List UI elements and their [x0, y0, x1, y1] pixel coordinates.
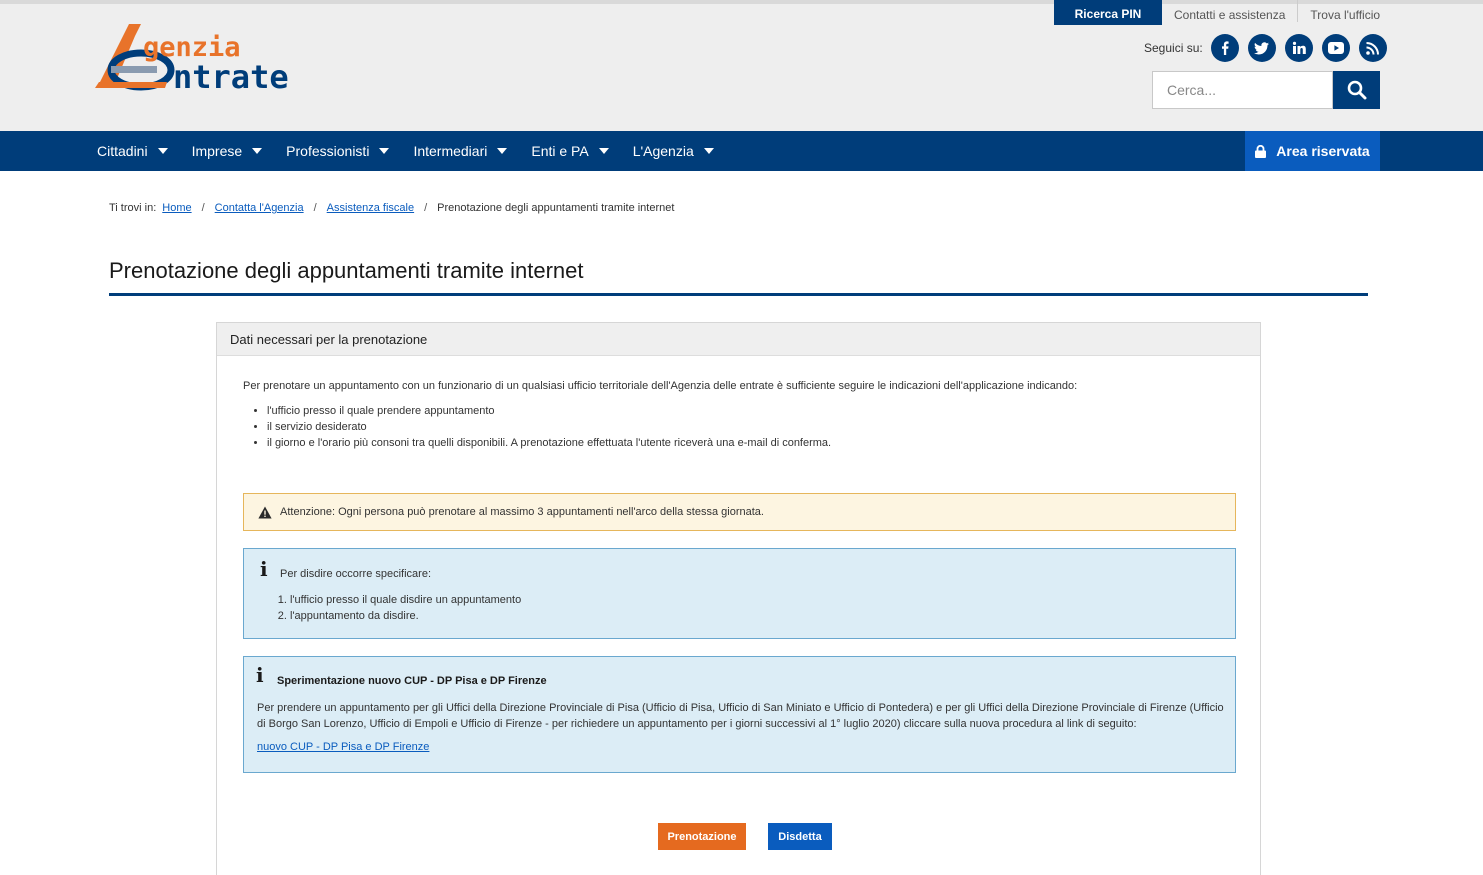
breadcrumb-link-assistenza[interactable]: Assistenza fiscale	[327, 202, 414, 214]
search-button[interactable]	[1333, 71, 1380, 109]
caret-down-icon	[598, 148, 609, 154]
nav-item-label: Intermediari	[413, 143, 488, 159]
search-icon	[1347, 80, 1366, 100]
info-icon: i	[256, 663, 264, 687]
agenzia-entrate-logo[interactable]: genzia ntrate	[95, 20, 315, 96]
list-item: il giorno e l'orario più consoni tra que…	[267, 437, 831, 450]
caret-down-icon	[379, 148, 390, 154]
caret-down-icon	[252, 148, 263, 154]
info-icon: i	[260, 557, 268, 581]
main-nav: Cittadini Imprese Professionisti Interme…	[0, 131, 1483, 171]
nav-item-label: Imprese	[191, 143, 243, 159]
info-alert-disdetta: i Per disdire occorre specificare: l'uff…	[243, 548, 1236, 639]
nav-item-enti-pa[interactable]: Enti e PA	[531, 143, 609, 159]
page-title: Prenotazione degli appuntamenti tramite …	[109, 258, 584, 283]
rss-icon[interactable]	[1358, 34, 1387, 62]
list-item: l'ufficio presso il quale prendere appun…	[267, 405, 831, 418]
linkedin-icon[interactable]	[1284, 34, 1313, 62]
nav-item-label: Cittadini	[97, 143, 148, 159]
warning-alert: Attenzione: Ogni persona può prenotare a…	[243, 493, 1236, 531]
youtube-icon[interactable]	[1321, 34, 1350, 62]
search-box	[1152, 71, 1380, 109]
nuovo-cup-link[interactable]: nuovo CUP - DP Pisa e DP Firenze	[257, 741, 429, 753]
info-title: Sperimentazione nuovo CUP - DP Pisa e DP…	[277, 675, 547, 687]
contatti-assistenza-link[interactable]: Contatti e assistenza	[1162, 0, 1299, 22]
lock-icon	[1255, 144, 1267, 158]
disdetta-list: l'ufficio presso il quale disdire un app…	[278, 592, 521, 624]
warning-icon	[258, 506, 272, 519]
list-item: l'ufficio presso il quale disdire un app…	[290, 592, 521, 608]
site-header: Ricerca PIN Contatti e assistenza Trova …	[0, 0, 1483, 131]
social-links: Seguici su:	[1144, 34, 1387, 62]
nav-item-imprese[interactable]: Imprese	[192, 143, 263, 159]
info-body: Per prendere un appuntamento per gli Uff…	[257, 702, 1224, 730]
prenotazione-button[interactable]: Prenotazione	[658, 823, 746, 850]
info-alert-cup: i Sperimentazione nuovo CUP - DP Pisa e …	[243, 656, 1236, 773]
area-riservata-button[interactable]: Area riservata	[1245, 131, 1380, 171]
booking-panel: Dati necessari per la prenotazione Per p…	[216, 322, 1261, 875]
social-label: Seguici su:	[1144, 41, 1203, 55]
ricerca-pin-button[interactable]: Ricerca PIN	[1054, 0, 1162, 25]
area-riservata-label: Area riservata	[1276, 143, 1370, 159]
breadcrumb-link-home[interactable]: Home	[162, 202, 191, 214]
nav-item-cittadini[interactable]: Cittadini	[97, 143, 168, 159]
nav-item-professionisti[interactable]: Professionisti	[286, 143, 390, 159]
intro-text: Per prenotare un appuntamento con un fun…	[243, 380, 1078, 392]
breadcrumb-separator: /	[201, 202, 205, 214]
nav-item-label: Enti e PA	[531, 143, 589, 159]
breadcrumb-separator: /	[424, 202, 428, 214]
nav-item-label: L'Agenzia	[632, 143, 694, 159]
breadcrumb-separator: /	[313, 202, 317, 214]
top-links: Ricerca PIN Contatti e assistenza Trova …	[1054, 0, 1392, 26]
requirements-list: l'ufficio presso il quale prendere appun…	[253, 405, 831, 453]
nav-item-label: Professionisti	[286, 143, 370, 159]
breadcrumb-current: Prenotazione degli appuntamenti tramite …	[437, 202, 675, 214]
breadcrumb-link-contatta[interactable]: Contatta l'Agenzia	[215, 202, 304, 214]
panel-title: Dati necessari per la prenotazione	[217, 323, 1260, 356]
info-lead: Per disdire occorre specificare:	[280, 568, 432, 580]
caret-down-icon	[497, 148, 508, 154]
list-item: il servizio desiderato	[267, 421, 831, 434]
nav-item-intermediari[interactable]: Intermediari	[413, 143, 508, 159]
caret-down-icon	[157, 148, 168, 154]
search-input[interactable]	[1152, 71, 1333, 109]
breadcrumb: Ti trovi in: Home / Contatta l'Agenzia /…	[109, 202, 674, 214]
warning-text: Attenzione: Ogni persona può prenotare a…	[280, 506, 764, 518]
logo-word-ntrate: ntrate	[173, 58, 289, 96]
facebook-icon[interactable]	[1210, 34, 1239, 62]
twitter-icon[interactable]	[1247, 34, 1276, 62]
nav-item-agenzia[interactable]: L'Agenzia	[633, 143, 714, 159]
list-item: l'appuntamento da disdire.	[290, 608, 521, 624]
disdetta-button[interactable]: Disdetta	[768, 823, 832, 850]
breadcrumb-prefix: Ti trovi in:	[109, 202, 157, 214]
caret-down-icon	[703, 148, 714, 154]
trova-ufficio-link[interactable]: Trova l'ufficio	[1298, 0, 1392, 22]
title-divider	[109, 293, 1368, 296]
